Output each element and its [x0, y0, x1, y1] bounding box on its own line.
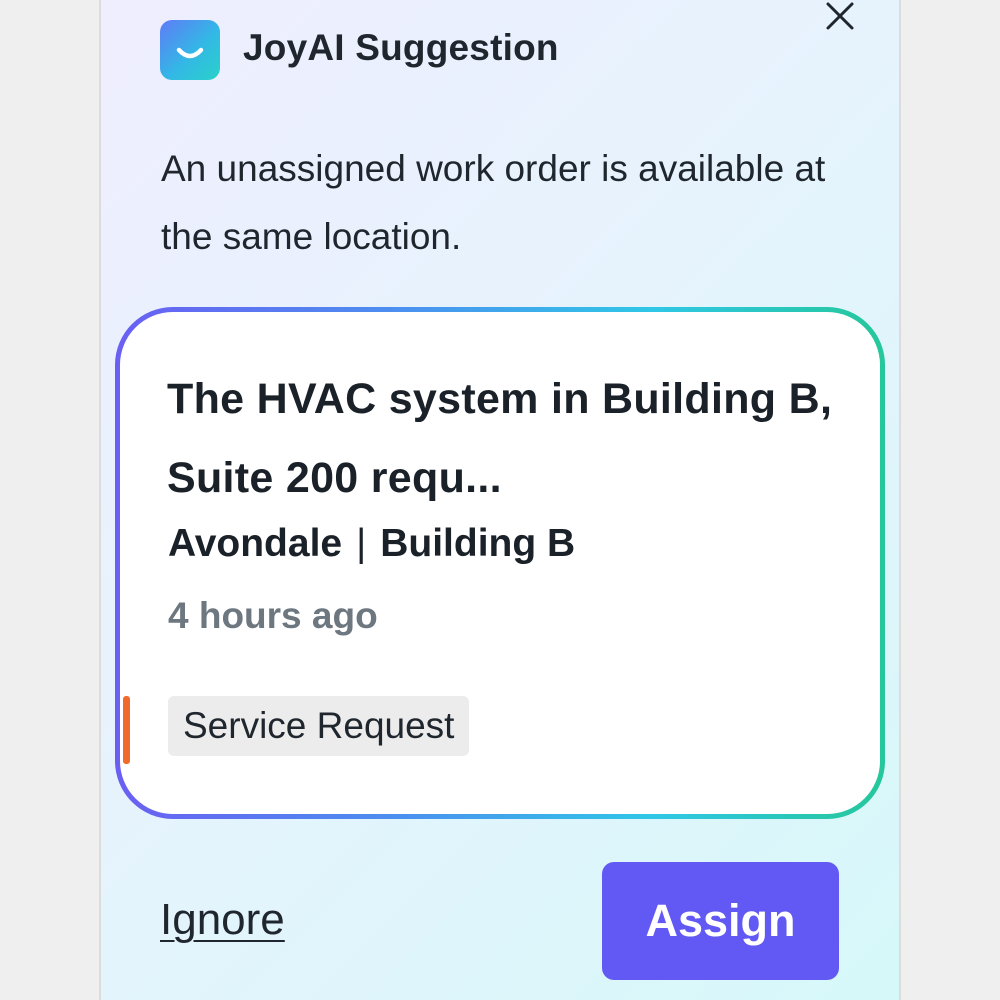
assign-button[interactable]: Assign	[602, 862, 839, 980]
work-order-location: Avondale | Building B	[168, 522, 575, 566]
suggestion-message: An unassigned work order is available at…	[161, 148, 826, 257]
building-name: Building B	[380, 522, 576, 565]
close-icon[interactable]	[818, 0, 862, 40]
work-order-card[interactable]: The HVAC system in Building B, Suite 200…	[115, 307, 885, 819]
joyai-smile-icon	[160, 20, 220, 80]
work-order-card-body[interactable]: The HVAC system in Building B, Suite 200…	[120, 312, 880, 814]
work-order-type-badge: Service Request	[168, 696, 470, 756]
site-name: Avondale	[168, 522, 343, 565]
priority-indicator	[123, 696, 130, 764]
work-order-timestamp: 4 hours ago	[168, 595, 378, 636]
work-order-title: The HVAC system in Building B, Suite 200…	[167, 375, 833, 502]
ignore-button[interactable]: Ignore	[160, 895, 285, 945]
panel-title: JoyAI Suggestion	[243, 27, 559, 68]
location-separator: |	[356, 522, 367, 565]
